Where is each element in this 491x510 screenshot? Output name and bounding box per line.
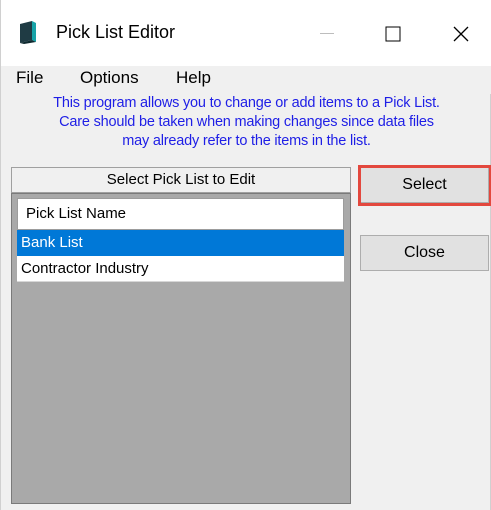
close-button[interactable]: Close	[360, 235, 489, 271]
menu-help[interactable]: Help	[176, 68, 211, 88]
menu-bar: File Options Help	[1, 66, 491, 94]
close-window-button[interactable]	[431, 12, 491, 56]
pick-list-editor-window: Pick List Editor File Options Help This …	[0, 0, 491, 510]
maximize-button[interactable]	[363, 12, 423, 56]
minimize-button[interactable]	[297, 12, 357, 56]
menu-options[interactable]: Options	[80, 68, 139, 88]
book-icon	[17, 20, 39, 44]
info-line-2: Care should be taken when making changes…	[59, 114, 434, 130]
list-group-label: Select Pick List to Edit	[11, 167, 351, 193]
minimize-icon	[320, 33, 334, 34]
select-button[interactable]: Select	[360, 167, 489, 203]
pick-list-grid[interactable]: Pick List Name Bank List Contractor Indu…	[11, 193, 351, 504]
menu-file[interactable]: File	[16, 68, 43, 88]
title-bar[interactable]: Pick List Editor	[1, 0, 491, 66]
window-title: Pick List Editor	[56, 22, 176, 42]
list-row-bank-list[interactable]: Bank List	[17, 230, 344, 256]
list-row-contractor-industry[interactable]: Contractor Industry	[17, 256, 344, 282]
maximize-icon	[385, 26, 401, 42]
close-icon	[453, 26, 469, 42]
info-line-3: may already refer to the items in the li…	[122, 133, 371, 149]
info-text: This program allows you to change or add…	[1, 94, 491, 151]
info-line-1: This program allows you to change or add…	[53, 95, 440, 111]
column-header-pick-list-name[interactable]: Pick List Name	[17, 198, 344, 230]
